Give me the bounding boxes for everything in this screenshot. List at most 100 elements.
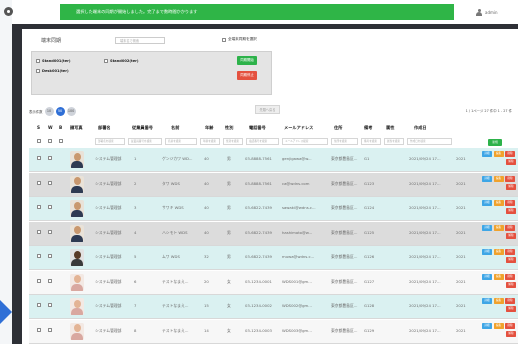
header-dept[interactable]: 部署名 <box>98 125 111 131</box>
table-row[interactable]: システム管理部 6 テストなまえ... 20 女 03-1234-0001 WDS001@g… <box>29 270 518 295</box>
row-w-checkbox[interactable] <box>48 205 52 209</box>
header-tag[interactable]: 属性 <box>386 125 394 131</box>
remove-button[interactable]: 解除 <box>506 306 516 312</box>
detail-button[interactable]: 詳細 <box>482 298 492 304</box>
row-w-checkbox[interactable] <box>48 254 52 258</box>
filter-tag-input[interactable]: 属性を検索 <box>384 138 404 145</box>
edit-button[interactable]: 編集 <box>493 224 504 231</box>
filter-created-input[interactable]: 作成日を検索 <box>407 138 452 145</box>
header-w[interactable]: W <box>48 125 53 130</box>
delete-button[interactable]: 削除 <box>505 151 515 157</box>
start-sync-button[interactable]: 同期開始 <box>237 56 257 65</box>
filter-address-input[interactable]: 住所を検索 <box>331 138 358 145</box>
page-size-10[interactable]: 10 <box>44 107 54 116</box>
remove-button[interactable]: 解除 <box>506 281 516 288</box>
row-s-checkbox[interactable] <box>37 303 41 307</box>
row-w-checkbox[interactable] <box>48 327 52 332</box>
filter-age-input[interactable]: 年齢を検索 <box>200 138 220 145</box>
expand-arrow-icon[interactable] <box>0 300 12 324</box>
header-address[interactable]: 住所 <box>334 125 342 131</box>
edit-button[interactable]: 編集 <box>493 151 504 157</box>
header-email[interactable]: メールアドレス <box>284 125 313 131</box>
terminal-item[interactable]: Stand002(ter) <box>104 59 139 63</box>
remove-button[interactable]: 解除 <box>506 330 516 337</box>
terminal-item[interactable]: Desk001(ter) <box>36 69 69 73</box>
edit-button[interactable]: 編集 <box>493 175 504 182</box>
terminal-checkbox[interactable] <box>36 59 40 63</box>
filter-w-checkbox[interactable] <box>48 139 52 143</box>
filter-phone-input[interactable]: 電話番号を検索 <box>246 138 279 145</box>
delete-button[interactable]: 削除 <box>505 298 515 304</box>
filter-email-input[interactable]: メールアドレス検索 <box>282 138 328 145</box>
edit-button[interactable]: 編集 <box>493 322 504 329</box>
terminal-search-input[interactable]: 端末名で検索 <box>115 37 165 44</box>
filter-note-input[interactable]: 備考を検索 <box>361 138 381 145</box>
edit-button[interactable]: 編集 <box>493 249 504 255</box>
detail-button[interactable]: 詳細 <box>482 249 492 255</box>
terminal-item[interactable]: Stand001(ter) <box>36 59 71 63</box>
remove-button[interactable]: 解除 <box>506 232 516 239</box>
page-size-100[interactable]: 100 <box>66 107 76 116</box>
page-size-50[interactable]: 50 <box>55 107 65 116</box>
table-row[interactable]: システム管理部 5 ムワ WDS 32 男 03-6822-7439 muwa@wdns.c… <box>29 246 518 270</box>
select-all-checkbox[interactable] <box>222 37 226 42</box>
table-row[interactable]: システム管理部 1 ゲンジカワ WD... 40 男 03-8888-7561 genjig… <box>29 148 518 172</box>
filter-b-checkbox[interactable] <box>59 139 63 143</box>
detail-button[interactable]: 詳細 <box>482 151 492 157</box>
remove-button[interactable]: 解除 <box>506 183 516 190</box>
detail-button[interactable]: 詳細 <box>482 200 492 206</box>
row-w-checkbox[interactable] <box>48 303 52 307</box>
delete-button[interactable]: 削除 <box>505 224 515 231</box>
delete-button[interactable]: 削除 <box>505 322 515 329</box>
row-w-checkbox[interactable] <box>48 156 52 160</box>
filter-s-checkbox[interactable] <box>37 139 41 143</box>
filter-emp-no-input[interactable]: 従業員番号を検索 <box>128 138 162 145</box>
row-w-checkbox[interactable] <box>48 180 52 185</box>
header-s[interactable]: S <box>37 125 40 130</box>
header-created[interactable]: 作成日 <box>414 125 427 131</box>
table-row[interactable]: システム管理部 4 ハシモト WDS 40 男 03-6822-7439 hashimoto… <box>29 221 518 246</box>
header-emp-no[interactable]: 従業員番号 <box>132 125 153 131</box>
select-all-terminals[interactable]: 全端末同期を選択 <box>222 37 257 42</box>
add-user-button[interactable]: 新規 <box>488 139 502 146</box>
row-s-checkbox[interactable] <box>37 180 41 185</box>
delete-button[interactable]: 削除 <box>505 273 515 280</box>
row-s-checkbox[interactable] <box>37 205 41 209</box>
terminal-checkbox[interactable] <box>36 69 40 73</box>
terminal-checkbox[interactable] <box>104 59 108 63</box>
row-s-checkbox[interactable] <box>37 156 41 160</box>
row-s-checkbox[interactable] <box>37 229 41 234</box>
table-row[interactable]: システム管理部 2 タワ WDS 40 男 03-8888-7561 ca@wdns.com… <box>29 172 518 197</box>
filter-dept-input[interactable]: 部署名を検索 <box>95 138 125 145</box>
delete-button[interactable]: 削除 <box>505 249 515 255</box>
header-sex[interactable]: 性別 <box>225 125 233 131</box>
back-to-top-button[interactable]: 先頭へ戻る <box>255 105 280 114</box>
remove-button[interactable]: 解除 <box>506 208 516 214</box>
delete-button[interactable]: 削除 <box>505 175 515 182</box>
table-row[interactable]: システム管理部 8 テストなまえ... 14 女 03-1234-0003 WDS003@g… <box>29 319 518 344</box>
edit-button[interactable]: 編集 <box>493 200 504 206</box>
row-s-checkbox[interactable] <box>37 327 41 332</box>
filter-sex-input[interactable]: 性別を検索 <box>223 138 243 145</box>
remove-button[interactable]: 解除 <box>506 159 516 165</box>
table-row[interactable]: システム管理部 7 テストなまえ... 15 女 03-1234-0002 WDS002@g… <box>29 295 518 319</box>
detail-button[interactable]: 詳細 <box>482 175 492 182</box>
account-menu[interactable]: admin <box>476 7 498 17</box>
detail-button[interactable]: 詳細 <box>482 224 492 231</box>
row-s-checkbox[interactable] <box>37 278 41 283</box>
header-age[interactable]: 年齢 <box>205 125 213 131</box>
header-name[interactable]: 名前 <box>171 125 179 131</box>
header-note[interactable]: 備考 <box>364 125 372 131</box>
header-phone[interactable]: 電話番号 <box>249 125 266 131</box>
table-row[interactable]: システム管理部 3 サワキ WDS 40 男 03-6822-7439 sawaki@wdn… <box>29 197 518 221</box>
row-w-checkbox[interactable] <box>48 229 52 234</box>
row-s-checkbox[interactable] <box>37 254 41 258</box>
row-w-checkbox[interactable] <box>48 278 52 283</box>
edit-button[interactable]: 編集 <box>493 298 504 304</box>
header-b[interactable]: B <box>59 125 62 130</box>
stop-sync-button[interactable]: 同期停止 <box>237 71 257 80</box>
edit-button[interactable]: 編集 <box>493 273 504 280</box>
detail-button[interactable]: 詳細 <box>482 273 492 280</box>
filter-name-input[interactable]: 名前を検索 <box>165 138 197 145</box>
delete-button[interactable]: 削除 <box>505 200 515 206</box>
